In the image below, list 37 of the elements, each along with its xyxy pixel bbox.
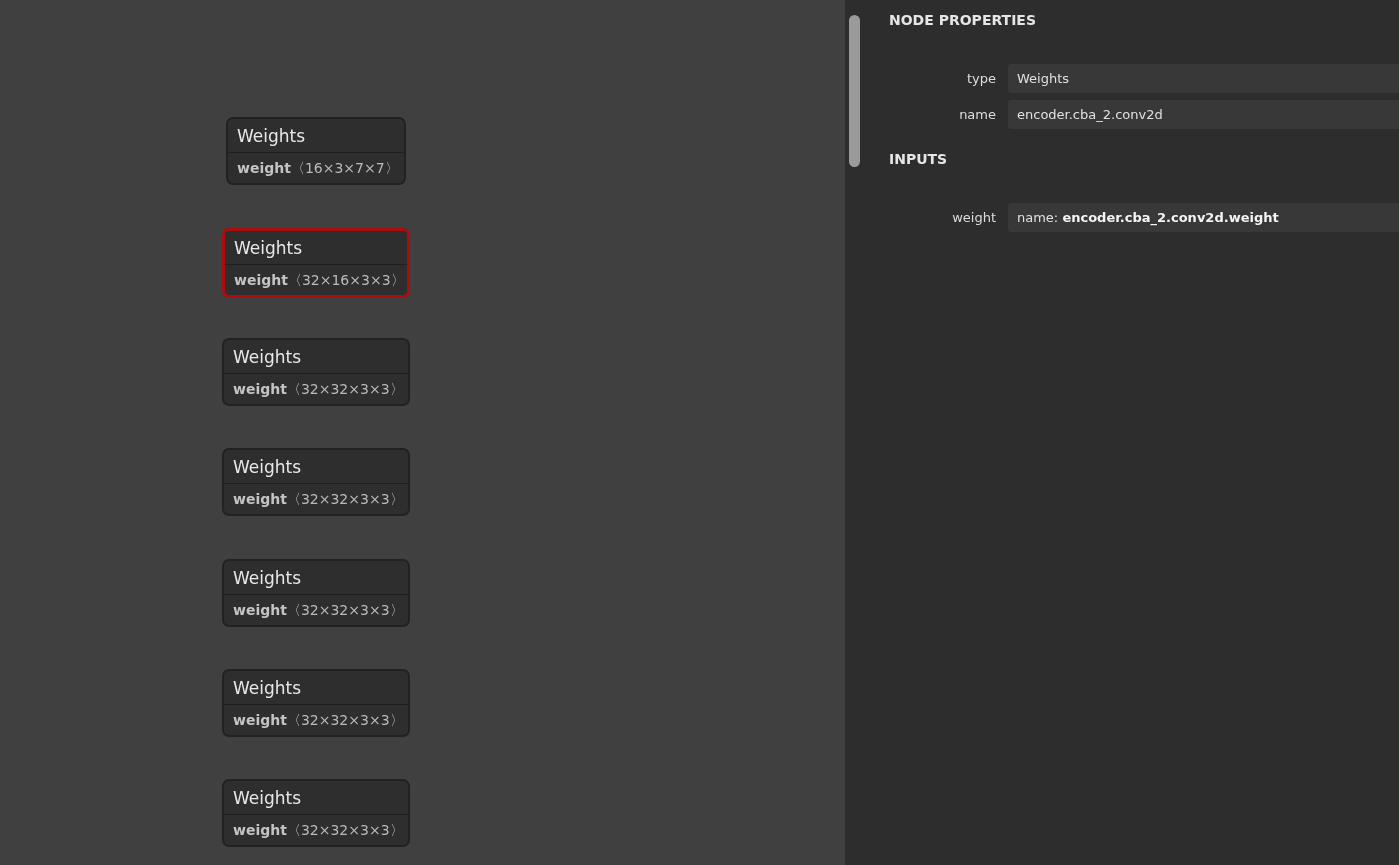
graph-node[interactable]: Weights weight〈32×16×3×3〉 [222,228,410,298]
node-title: Weights [228,119,404,153]
property-value: encoder.cba_2.conv2d [1008,100,1399,129]
attribute-name: weight [237,160,291,178]
section-heading: INPUTS [889,151,949,169]
attribute-name: weight [233,491,287,510]
tensor-dimensions: 〈32×16×3×3〉 [287,272,405,290]
node-title: Weights [225,231,407,265]
attribute-name: weight [233,381,287,400]
attribute-name: weight [233,822,287,840]
tensor-dimensions: 〈32×32×3×3〉 [286,381,404,400]
node-title: Weights [224,670,408,705]
graph-node[interactable]: Weights weight〈32×32×3×3〉 [222,668,410,737]
graph-node[interactable]: Weights weight〈16×3×7×7〉 [226,117,406,185]
property-value: name: encoder.cba_2.conv2d.weight [1008,203,1399,232]
property-label: name [958,107,997,122]
tensor-dimensions: 〈32×32×3×3〉 [286,822,404,840]
section-heading: NODE PROPERTIES [889,12,1037,30]
property-value: Weights [1008,64,1399,93]
graph-node[interactable]: Weights weight〈32×32×3×3〉 [222,779,410,847]
attribute-name: weight [234,272,288,290]
property-label: weight [951,210,997,225]
property-label: type [965,71,997,86]
tensor-dimensions: 〈16×3×7×7〉 [290,160,399,178]
graph-node[interactable]: Weights weight〈32×32×3×3〉 [222,338,410,407]
tensor-dimensions: 〈32×32×3×3〉 [286,601,404,620]
graph-node[interactable]: Weights weight〈32×32×3×3〉 [222,448,410,517]
tensor-dimensions: 〈32×32×3×3〉 [286,711,404,730]
attribute-name: weight [233,601,287,620]
scrollbar-thumb[interactable] [849,15,860,167]
tensor-dimensions: 〈32×32×3×3〉 [286,491,404,510]
node-title: Weights [224,781,408,815]
attribute-name: weight [233,711,287,730]
node-title: Weights [224,450,408,485]
graph-node[interactable]: Weights weight〈32×32×3×3〉 [222,558,410,627]
node-title: Weights [224,560,408,595]
node-title: Weights [224,340,408,375]
